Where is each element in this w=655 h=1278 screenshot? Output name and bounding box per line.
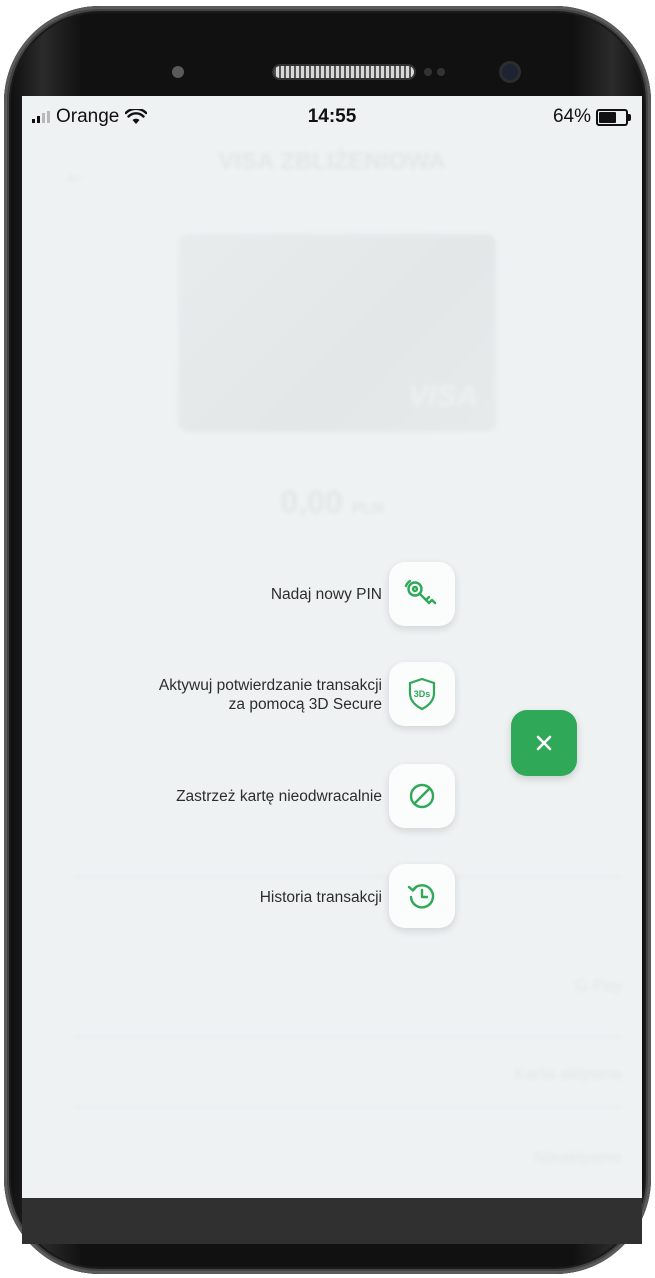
balance-amount: 0,00 (280, 484, 343, 520)
block-icon (409, 783, 435, 809)
3ds-shield-icon: 3Ds (408, 677, 436, 711)
card-brand: VISA (407, 380, 478, 413)
3ds-status-value: Nieaktywne (534, 1148, 622, 1167)
battery-percent: 64% (552, 106, 591, 127)
card-title: VISA ZBLIŻENIOWA (218, 148, 446, 175)
3ds-button[interactable]: 3Ds (389, 662, 455, 726)
card-status-value: Karta aktywna (514, 1064, 622, 1083)
balance-currency: PLN (351, 500, 384, 517)
front-camera (502, 64, 518, 80)
close-menu-button[interactable] (511, 710, 577, 776)
bottom-bezel (22, 1198, 642, 1244)
screen: ← VISA ZBLIŻENIOWA VISA 0,00 PLN G Pay K… (22, 96, 642, 1198)
menu-label-3ds[interactable]: Aktywuj potwierdzanie transakcji za pomo… (159, 676, 382, 714)
menu-label-3ds-line1: Aktywuj potwierdzanie transakcji (158, 677, 382, 694)
divider (72, 876, 622, 878)
battery: 64% (552, 106, 631, 128)
sensor-dot (437, 68, 445, 76)
battery-icon (596, 108, 631, 126)
svg-text:3Ds: 3Ds (414, 689, 431, 699)
proximity-sensor (172, 66, 184, 78)
clock: 14:55 (307, 106, 357, 127)
card-image: VISA (178, 234, 496, 432)
new-pin-button[interactable] (389, 562, 455, 626)
background-content: ← VISA ZBLIŻENIOWA VISA 0,00 PLN G Pay K… (22, 96, 642, 1198)
history-icon (407, 884, 435, 909)
menu-label-3ds-line2: za pomocą 3D Secure (228, 696, 382, 713)
key-icon (404, 579, 437, 605)
divider (72, 1036, 622, 1038)
history-button[interactable] (389, 864, 455, 928)
divider (72, 1106, 622, 1108)
close-icon (536, 735, 552, 751)
sensor-dot (424, 68, 432, 76)
menu-label-history[interactable]: Historia transakcji (260, 888, 382, 907)
block-card-button[interactable] (389, 764, 455, 828)
speaker-grille (274, 66, 414, 78)
status-bar: Orange 14:55 64% (22, 96, 642, 140)
menu-label-block-card[interactable]: Zastrzeż kartę nieodwracalnie (176, 787, 382, 806)
balance: 0,00 PLN (22, 484, 642, 521)
menu-label-new-pin[interactable]: Nadaj nowy PIN (271, 585, 382, 604)
gpay-value: G Pay (574, 976, 622, 995)
